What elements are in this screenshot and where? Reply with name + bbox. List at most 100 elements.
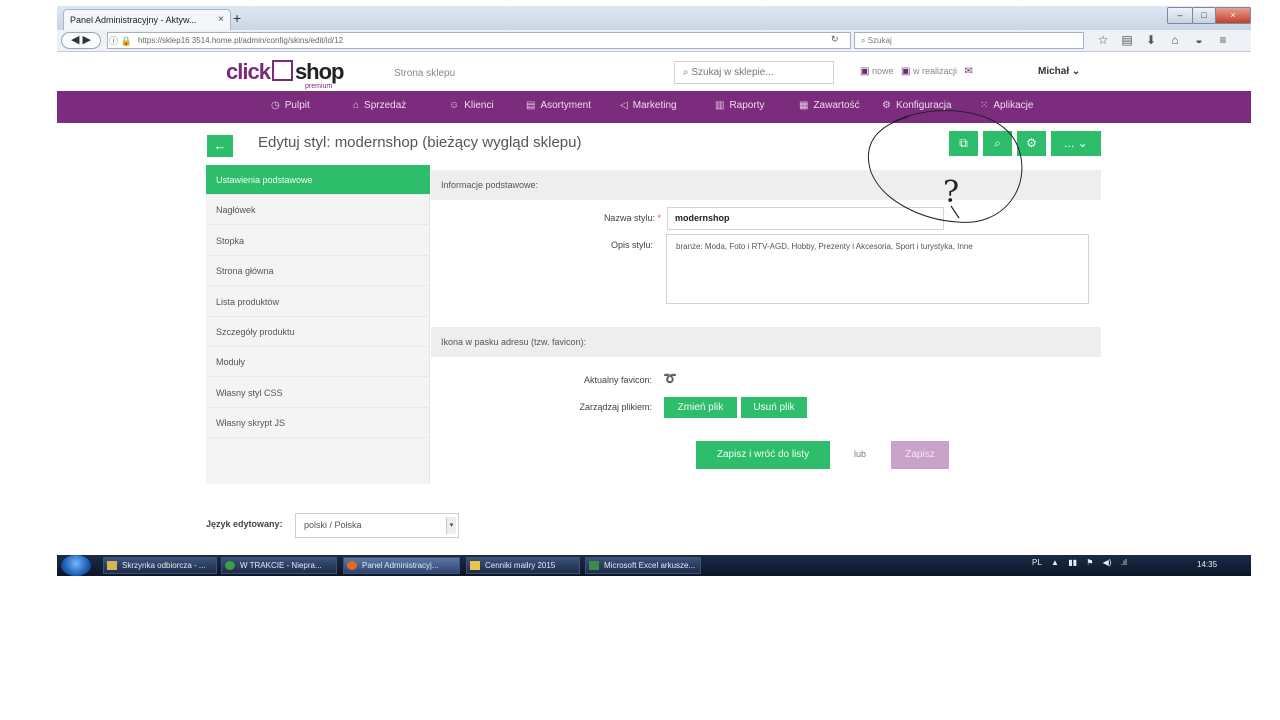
window-controls: – □ × bbox=[1167, 6, 1251, 24]
nav-item-aplikacje[interactable]: ⁙ Aplikacje bbox=[980, 100, 1033, 111]
taskbar-item-mail[interactable]: Skrzynka odbiorcza - ... bbox=[103, 557, 217, 574]
menu-icon[interactable]: ≡ bbox=[1211, 33, 1235, 47]
menu-item-product-details[interactable]: Szczegóły produktu bbox=[206, 317, 430, 347]
menu-item-basic-settings[interactable]: Ustawienia podstawowe bbox=[206, 165, 430, 195]
start-button[interactable] bbox=[61, 555, 91, 576]
nav-item-marketing[interactable]: ◁ Marketing bbox=[620, 100, 677, 111]
taskbar-item-firefox[interactable]: Panel Administracyj... bbox=[343, 557, 460, 574]
clickshop-logo[interactable]: click shop premium bbox=[226, 59, 361, 90]
windows-taskbar: Skrzynka odbiorcza - ... W TRAKCIE - Nie… bbox=[57, 555, 1251, 576]
logo-click-text: click bbox=[226, 59, 271, 84]
taskbar-item-folder[interactable]: Cenniki mailry 2015 bbox=[466, 557, 580, 574]
section-basic-info: Informacje podstawowe: bbox=[431, 170, 1101, 200]
site-identity-icon[interactable]: ⓘ 🔒 bbox=[109, 34, 135, 46]
envelope-icon[interactable]: ✉ bbox=[965, 66, 973, 77]
language-label: Język edytowany: bbox=[206, 519, 283, 529]
menu-item-footer[interactable]: Stopka bbox=[206, 226, 430, 256]
menu-item-custom-css[interactable]: Własny styl CSS bbox=[206, 378, 430, 408]
preview-button[interactable]: ⌕ bbox=[983, 131, 1012, 156]
language-value: polski / Polska bbox=[304, 520, 362, 530]
more-actions-button[interactable]: ... ⌄ bbox=[1051, 131, 1101, 156]
minimize-button[interactable]: – bbox=[1167, 7, 1193, 24]
cart-icon: ⌂ bbox=[353, 100, 360, 111]
volume-icon[interactable]: ◀) bbox=[1103, 558, 1112, 567]
back-button[interactable]: ← bbox=[207, 135, 233, 157]
bookmarks-list-icon[interactable]: ▤ bbox=[1115, 33, 1139, 47]
style-name-input[interactable]: modernshop bbox=[667, 207, 944, 230]
basket-icon: ▣ bbox=[860, 66, 870, 77]
favicon-preview-icon: ➰ bbox=[663, 373, 677, 385]
logo-shop-text: shop bbox=[294, 59, 345, 84]
browser-search-bar[interactable]: ⌕ Szukaj bbox=[854, 32, 1084, 49]
tray-arrow-icon[interactable]: ▲ bbox=[1051, 558, 1059, 567]
nav-item-konfiguracja[interactable]: ⚙ Konfiguracja bbox=[882, 100, 952, 111]
back-forward-buttons[interactable]: ◀ ▶ bbox=[61, 32, 101, 49]
download-icon[interactable]: ⬇ bbox=[1139, 33, 1163, 47]
or-text: lub bbox=[854, 449, 867, 459]
menu-item-product-list[interactable]: Lista produktów bbox=[206, 287, 430, 317]
megaphone-icon: ◁ bbox=[620, 100, 628, 111]
nav-label: Pulpit bbox=[284, 100, 310, 111]
new-orders-link[interactable]: nowe bbox=[872, 66, 894, 76]
main-navigation: ◷ Pulpit ⌂ Sprzedaż ☺ Klienci ▤ Asortyment ◁… bbox=[57, 91, 1251, 123]
section-favicon: Ikona w pasku adresu (tzw. favicon): bbox=[431, 327, 1101, 357]
home-icon[interactable]: ⌂ bbox=[1163, 33, 1187, 47]
language-select[interactable]: polski / Polska ▾ bbox=[295, 513, 459, 538]
logo-premium-text: premium bbox=[305, 83, 333, 90]
nav-item-asortyment[interactable]: ▤ Asortyment bbox=[526, 100, 591, 111]
more-label: ... bbox=[1064, 136, 1075, 150]
close-window-button[interactable]: × bbox=[1215, 7, 1251, 24]
browser-navbar: ◀ ▶ https://sklep16 3514.home.pl/admin/c… bbox=[57, 30, 1251, 52]
menu-item-modules[interactable]: Moduły bbox=[206, 347, 430, 377]
taskbar-label: Microsoft Excel arkusze... bbox=[604, 561, 696, 570]
nav-label: Zawartość bbox=[813, 100, 860, 111]
signal-icon[interactable]: .ıl bbox=[1121, 558, 1127, 567]
style-name-label: Nazwa stylu: * bbox=[561, 213, 661, 223]
taskbar-clock[interactable]: 14:35 bbox=[1197, 560, 1217, 569]
user-name: Michał bbox=[1038, 66, 1070, 77]
reload-icon[interactable]: ↻ bbox=[831, 34, 839, 45]
save-and-return-button[interactable]: Zapisz i wróć do listy bbox=[696, 441, 830, 469]
tab-close-icon[interactable]: × bbox=[218, 14, 224, 25]
store-link[interactable]: Strona sklepu bbox=[394, 68, 455, 79]
maximize-button[interactable]: □ bbox=[1192, 7, 1216, 24]
nav-item-raporty[interactable]: ▥ Raporty bbox=[715, 100, 764, 111]
folder-icon bbox=[470, 561, 480, 570]
new-tab-button[interactable]: + bbox=[233, 10, 247, 26]
nav-item-sprzedaz[interactable]: ⌂ Sprzedaż bbox=[353, 100, 406, 111]
nav-label: Raporty bbox=[729, 100, 765, 111]
taskbar-item-excel[interactable]: Microsoft Excel arkusze... bbox=[585, 557, 701, 574]
mail-app-icon bbox=[107, 561, 117, 570]
save-button[interactable]: Zapisz bbox=[891, 441, 949, 469]
menu-item-homepage[interactable]: Strona główna bbox=[206, 256, 430, 286]
delete-file-button[interactable]: Usuń plik bbox=[741, 397, 807, 418]
bookmark-star-icon[interactable]: ☆ bbox=[1091, 33, 1115, 47]
taskbar-label: W TRAKCIE - Niepra... bbox=[240, 561, 322, 570]
store-search-input[interactable]: ⌕ Szukaj w sklepie... bbox=[674, 61, 834, 84]
settings-button[interactable]: ⚙ bbox=[1017, 131, 1046, 156]
forward-arrow-icon[interactable]: ▶ bbox=[83, 34, 91, 46]
browser-tab[interactable]: Panel Administracyjny - Aktyw... × bbox=[63, 9, 231, 30]
flag-icon[interactable]: ⚑ bbox=[1086, 558, 1093, 567]
in-progress-orders-link[interactable]: w realizacji bbox=[913, 66, 957, 76]
address-bar[interactable]: https://sklep16 3514.home.pl/admin/confi… bbox=[107, 32, 851, 49]
back-arrow-icon[interactable]: ◀ bbox=[71, 34, 79, 46]
change-file-button[interactable]: Zmień plik bbox=[664, 397, 737, 418]
gear-icon: ⚙ bbox=[882, 100, 891, 111]
menu-item-custom-js[interactable]: Własny skrypt JS bbox=[206, 408, 430, 438]
menu-item-header[interactable]: Nagłówek bbox=[206, 195, 430, 225]
dashboard-icon: ◷ bbox=[271, 100, 280, 111]
style-description-textarea[interactable]: branże: Moda, Foto i RTV-AGD, Hobby, Pre… bbox=[666, 234, 1089, 304]
duplicate-button[interactable]: ⧉ bbox=[949, 131, 978, 156]
chrome-icon bbox=[225, 561, 235, 570]
nav-item-zawartosc[interactable]: ▦ Zawartość bbox=[799, 100, 860, 111]
order-links: ▣ nowe ▣ w realizacji ✉ bbox=[860, 66, 973, 77]
nav-item-klienci[interactable]: ☺ Klienci bbox=[449, 100, 494, 111]
search-icon: ⌕ bbox=[994, 136, 1001, 150]
language-indicator[interactable]: PL bbox=[1032, 558, 1042, 567]
nav-item-pulpit[interactable]: ◷ Pulpit bbox=[271, 100, 310, 111]
pocket-icon[interactable]: ◒ bbox=[1187, 33, 1211, 47]
user-menu[interactable]: Michał ⌄ bbox=[1038, 66, 1080, 77]
network-icon[interactable]: ▮▮ bbox=[1068, 558, 1077, 567]
taskbar-item-chrome[interactable]: W TRAKCIE - Niepra... bbox=[221, 557, 337, 574]
